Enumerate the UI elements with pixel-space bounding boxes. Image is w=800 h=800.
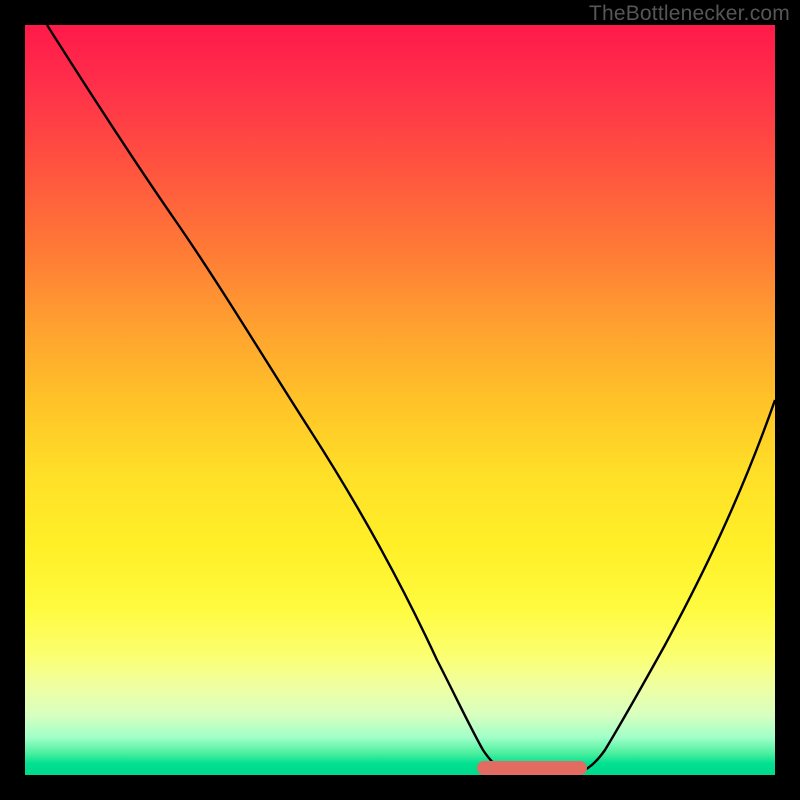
plot-area (25, 25, 775, 775)
chart-frame: TheBottlenecker.com (0, 0, 800, 800)
bottleneck-curve (25, 25, 775, 775)
optimal-range-marker (477, 761, 587, 775)
watermark-text: TheBottlenecker.com (589, 2, 790, 26)
